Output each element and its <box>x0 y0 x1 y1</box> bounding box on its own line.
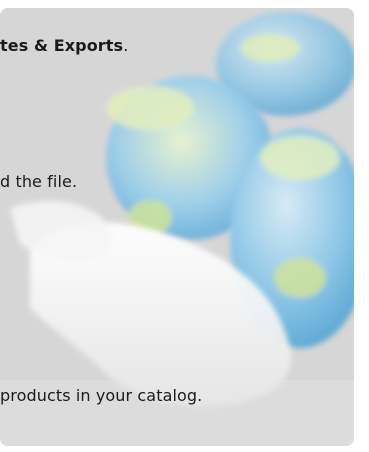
instruction-line-3: products in your catalog. <box>0 386 203 405</box>
globe-stack-icon <box>0 8 354 446</box>
instruction-punctuation: . <box>123 36 129 55</box>
instruction-highlight: tes & Exports <box>0 36 124 55</box>
instruction-line-1: tes & Exports. <box>0 36 128 56</box>
instruction-line-2: d the file. <box>0 172 78 191</box>
tutorial-panel: tes & Exports. d the file. products in y… <box>0 0 369 452</box>
illustration-card <box>0 8 354 446</box>
